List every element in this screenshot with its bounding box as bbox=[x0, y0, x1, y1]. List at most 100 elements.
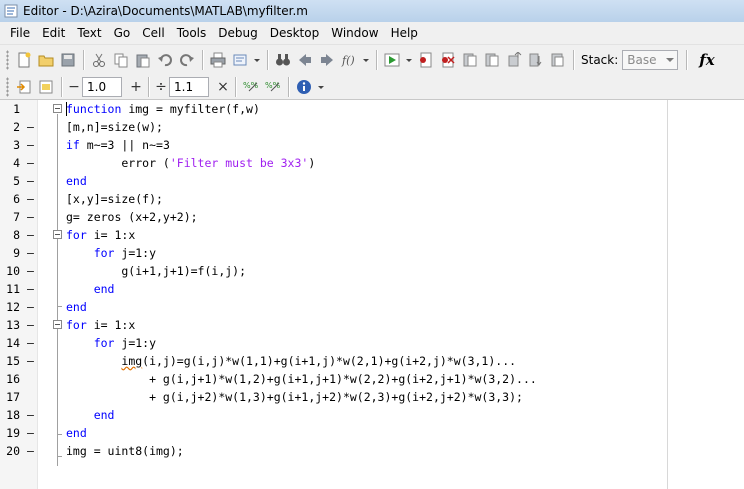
menu-bar: File Edit Text Go Cell Tools Debug Desktop Windo… bbox=[0, 22, 744, 44]
multiply-button[interactable]: × bbox=[215, 79, 231, 95]
code-line[interactable]: 2– [m,n]=size(w); bbox=[0, 118, 744, 136]
chevron-down-icon[interactable] bbox=[317, 78, 325, 96]
menu-file[interactable]: File bbox=[4, 26, 36, 40]
code-line[interactable]: 18– end bbox=[0, 406, 744, 424]
fold-toggle-icon[interactable] bbox=[53, 104, 62, 113]
forward-icon[interactable] bbox=[318, 51, 336, 69]
menu-text[interactable]: Text bbox=[71, 26, 107, 40]
divide-button[interactable]: ÷ bbox=[153, 79, 169, 95]
step-icon[interactable] bbox=[461, 51, 479, 69]
chevron-down-icon[interactable] bbox=[362, 51, 370, 69]
toolbar-grip[interactable] bbox=[6, 76, 9, 97]
breakpoint-marker[interactable]: – bbox=[27, 424, 34, 442]
show-cell-code-icon[interactable]: %% bbox=[264, 78, 282, 96]
copy-icon[interactable] bbox=[112, 51, 130, 69]
new-file-icon[interactable] bbox=[15, 51, 33, 69]
code-line[interactable]: 12– end bbox=[0, 298, 744, 316]
menu-tools[interactable]: Tools bbox=[171, 26, 213, 40]
code-line[interactable]: 14– for j=1:y bbox=[0, 334, 744, 352]
code-line[interactable]: 9– for j=1:y bbox=[0, 244, 744, 262]
continue-icon[interactable] bbox=[527, 51, 545, 69]
menu-go[interactable]: Go bbox=[108, 26, 137, 40]
code-line[interactable]: 8– for i= 1:x bbox=[0, 226, 744, 244]
show-cell-titles-icon[interactable]: %% bbox=[242, 78, 260, 96]
exit-debug-icon[interactable] bbox=[549, 51, 567, 69]
breakpoint-marker[interactable]: – bbox=[27, 406, 34, 424]
code-text: function img = myfilter(f,w) bbox=[66, 102, 260, 116]
code-line[interactable]: 1 function img = myfilter(f,w) bbox=[0, 100, 744, 118]
code-line[interactable]: 5– end bbox=[0, 172, 744, 190]
chevron-down-icon[interactable] bbox=[253, 51, 261, 69]
help-icon[interactable] bbox=[295, 78, 313, 96]
breakpoint-marker[interactable]: – bbox=[27, 118, 34, 136]
breakpoint-marker[interactable]: – bbox=[27, 442, 34, 460]
increment-button[interactable]: + bbox=[128, 79, 144, 95]
line-number: 1 bbox=[13, 102, 20, 116]
code-line[interactable]: 6– [x,y]=size(f); bbox=[0, 190, 744, 208]
breakpoint-marker[interactable]: – bbox=[27, 244, 34, 262]
breakpoint-marker[interactable]: – bbox=[27, 334, 34, 352]
code-line[interactable]: 17 + g(i,j+2)*w(1,3)+g(i+1,j+2)*w(2,3)+g… bbox=[0, 388, 744, 406]
line-number: 3 bbox=[13, 138, 20, 152]
code-editor[interactable]: 1 function img = myfilter(f,w) 2– [m,n]=siz… bbox=[0, 100, 744, 489]
find-icon[interactable] bbox=[231, 51, 249, 69]
breakpoint-marker[interactable]: – bbox=[27, 298, 34, 316]
cut-icon[interactable] bbox=[90, 51, 108, 69]
breakpoint-marker[interactable]: – bbox=[27, 262, 34, 280]
menu-edit[interactable]: Edit bbox=[36, 26, 71, 40]
code-line[interactable]: 4– error ('Filter must be 3x3') bbox=[0, 154, 744, 172]
function-browser-icon[interactable]: f() bbox=[340, 51, 358, 69]
toolbar-grip[interactable] bbox=[6, 49, 9, 70]
code-line[interactable]: 19– end bbox=[0, 424, 744, 442]
menu-window[interactable]: Window bbox=[325, 26, 384, 40]
code-line[interactable]: 11– end bbox=[0, 280, 744, 298]
code-line[interactable]: 7– g= zeros (x+2,y+2); bbox=[0, 208, 744, 226]
code-line[interactable]: 15– img(i,j)=g(i,j)*w(1,1)+g(i+1,j)*w(2,… bbox=[0, 352, 744, 370]
menu-cell[interactable]: Cell bbox=[136, 26, 170, 40]
redo-icon[interactable] bbox=[178, 51, 196, 69]
set-breakpoint-icon[interactable] bbox=[417, 51, 435, 69]
breakpoint-marker[interactable]: – bbox=[27, 172, 34, 190]
code-line[interactable]: 10– g(i+1,j+1)=f(i,j); bbox=[0, 262, 744, 280]
code-text: for i= 1:x bbox=[66, 318, 136, 332]
evaluate-cell-icon[interactable] bbox=[37, 78, 55, 96]
breakpoint-marker[interactable]: – bbox=[27, 226, 34, 244]
step-in-icon[interactable] bbox=[483, 51, 501, 69]
stack-select[interactable]: Base bbox=[622, 49, 679, 70]
menu-debug[interactable]: Debug bbox=[212, 26, 263, 40]
code-line[interactable]: 13– for i= 1:x bbox=[0, 316, 744, 334]
stack-label: Stack: bbox=[581, 52, 619, 67]
breakpoint-marker[interactable]: – bbox=[27, 352, 34, 370]
menu-desktop[interactable]: Desktop bbox=[264, 26, 326, 40]
function-icon[interactable]: fx bbox=[699, 51, 714, 69]
paste-icon[interactable] bbox=[134, 51, 152, 69]
decrement-button[interactable]: − bbox=[66, 79, 82, 95]
breakpoint-marker[interactable]: – bbox=[27, 316, 34, 334]
menu-help[interactable]: Help bbox=[385, 26, 424, 40]
binoculars-icon[interactable] bbox=[274, 51, 292, 69]
insert-cell-icon[interactable] bbox=[15, 78, 33, 96]
save-icon[interactable] bbox=[59, 51, 77, 69]
cell-value-field[interactable]: 1.0 bbox=[82, 76, 122, 97]
code-line[interactable]: 16 + g(i,j+1)*w(1,2)+g(i+1,j+1)*w(2,2)+g… bbox=[0, 370, 744, 388]
fold-toggle-icon[interactable] bbox=[53, 320, 62, 329]
back-icon[interactable] bbox=[296, 51, 314, 69]
open-folder-icon[interactable] bbox=[37, 51, 55, 69]
breakpoint-marker[interactable]: – bbox=[27, 280, 34, 298]
cell-factor-field[interactable]: 1.1 bbox=[169, 76, 209, 97]
code-line[interactable]: 3– if m~=3 || n~=3 bbox=[0, 136, 744, 154]
clear-breakpoints-icon[interactable] bbox=[439, 51, 457, 69]
step-out-icon[interactable] bbox=[505, 51, 523, 69]
run-icon[interactable] bbox=[383, 51, 401, 69]
breakpoint-marker[interactable]: – bbox=[27, 190, 34, 208]
print-icon[interactable] bbox=[209, 51, 227, 69]
breakpoint-marker[interactable]: – bbox=[27, 208, 34, 226]
code-text: end bbox=[93, 408, 115, 422]
line-number: 9 bbox=[13, 246, 20, 260]
fold-toggle-icon[interactable] bbox=[53, 230, 62, 239]
code-line[interactable]: 20– img = uint8(img); bbox=[0, 442, 744, 460]
chevron-down-icon[interactable] bbox=[405, 51, 413, 69]
breakpoint-marker[interactable]: – bbox=[27, 154, 34, 172]
breakpoint-marker[interactable]: – bbox=[27, 136, 34, 154]
undo-icon[interactable] bbox=[156, 51, 174, 69]
